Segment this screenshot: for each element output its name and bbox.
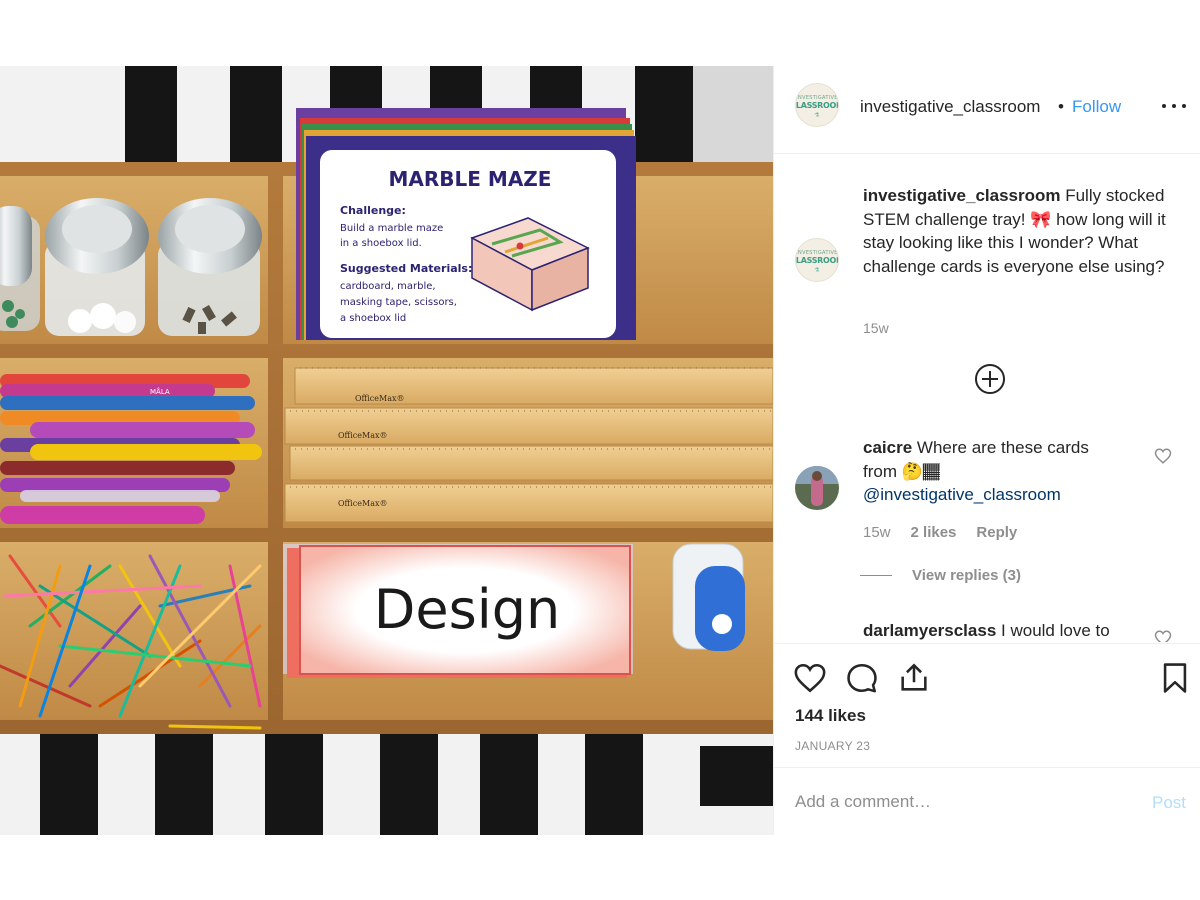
caption-username[interactable]: investigative_classroom bbox=[863, 186, 1060, 205]
design-card-label: Design bbox=[374, 578, 560, 641]
flask-icon: ⚗ bbox=[814, 113, 820, 119]
avatar-logo-top: INVESTIGATIVE bbox=[796, 95, 838, 101]
author-username[interactable]: investigative_classroom bbox=[860, 97, 1040, 117]
like-button[interactable] bbox=[793, 661, 827, 695]
share-button[interactable] bbox=[897, 661, 931, 695]
comments-list[interactable]: INVESTIGATIVE CLASSROOM ⚗ investigative_… bbox=[774, 155, 1200, 642]
comment-text: caicre Where are these cards from 🤔🏾 @in… bbox=[863, 436, 1123, 507]
follow-button[interactable]: Follow bbox=[1072, 97, 1121, 117]
replies-divider bbox=[860, 575, 892, 576]
add-comment-input[interactable] bbox=[795, 789, 1135, 815]
pen-brand-label: MÅLA bbox=[150, 387, 170, 396]
maze-card-materials-line-3: a shoebox lid bbox=[340, 313, 406, 324]
comment-like-button-2[interactable] bbox=[1154, 629, 1172, 642]
save-button[interactable] bbox=[1158, 661, 1192, 695]
more-options-button[interactable] bbox=[1162, 96, 1186, 116]
header-separator: • bbox=[1058, 97, 1064, 116]
heart-icon bbox=[1154, 448, 1172, 464]
comment-username-2[interactable]: darlamyersclass bbox=[863, 621, 996, 640]
maze-card-title: MARBLE MAZE bbox=[389, 167, 552, 191]
comment-icon bbox=[847, 663, 877, 693]
view-replies-button[interactable]: View replies (3) bbox=[860, 567, 1021, 584]
mention-link[interactable]: @investigative_classroom bbox=[863, 485, 1061, 504]
comment-like-button[interactable] bbox=[1154, 447, 1172, 465]
reply-button[interactable]: Reply bbox=[976, 524, 1017, 541]
commenter-avatar[interactable] bbox=[795, 466, 839, 510]
avatar-logo-word: CLASSROOM bbox=[795, 255, 838, 265]
maze-card-materials-line-1: cardboard, marble, bbox=[340, 281, 436, 292]
flask-icon: ⚗ bbox=[814, 268, 820, 274]
more-horizontal-icon bbox=[1162, 104, 1166, 108]
ruler-brand-3: OfficeMax® bbox=[338, 499, 388, 508]
comment-body-2: I would love to bbox=[1001, 621, 1110, 640]
heart-icon bbox=[794, 663, 826, 693]
add-comment-section: Post bbox=[774, 767, 1200, 835]
avatar-logo-top: INVESTIGATIVE bbox=[796, 250, 838, 256]
thinking-emoji: 🤔🏾 bbox=[901, 461, 940, 481]
likes-count[interactable]: 144 likes bbox=[795, 706, 866, 726]
post-date[interactable]: JANUARY 23 bbox=[795, 739, 870, 753]
caption-avatar[interactable]: INVESTIGATIVE CLASSROOM ⚗ bbox=[795, 238, 839, 282]
maze-card-challenge-line-1: Build a marble maze bbox=[340, 223, 443, 234]
ruler-brand-1: OfficeMax® bbox=[355, 394, 405, 403]
maze-card-challenge-line-2: in a shoebox lid. bbox=[340, 238, 422, 249]
load-more-comments-button[interactable] bbox=[974, 363, 1006, 395]
caption-timestamp[interactable]: 15w bbox=[863, 320, 889, 336]
maze-card-materials-line-2: masking tape, scissors, bbox=[340, 297, 457, 308]
maze-card-challenge-heading: Challenge: bbox=[340, 204, 406, 217]
bookmark-icon bbox=[1163, 663, 1187, 693]
caption: investigative_classroom Fully stocked ST… bbox=[863, 184, 1181, 278]
plus-circle-icon bbox=[975, 364, 1005, 394]
comment-text-2: darlamyersclass I would love to bbox=[863, 619, 1133, 642]
comment-meta: 15w 2 likes Reply bbox=[863, 524, 1017, 541]
view-replies-label: View replies (3) bbox=[912, 567, 1021, 584]
comment-timestamp[interactable]: 15w bbox=[863, 524, 891, 541]
post-actions: 144 likes JANUARY 23 bbox=[774, 643, 1200, 767]
comment-likes[interactable]: 2 likes bbox=[911, 524, 957, 541]
avatar-logo-word: CLASSROOM bbox=[795, 100, 838, 110]
post-sidebar: INVESTIGATIVE CLASSROOM ⚗ investigative_… bbox=[773, 66, 1200, 835]
ruler-brand-2: OfficeMax® bbox=[338, 431, 388, 440]
maze-card-materials-heading: Suggested Materials: bbox=[340, 262, 472, 275]
comment-button[interactable] bbox=[845, 661, 879, 695]
post-comment-button[interactable]: Post bbox=[1152, 793, 1186, 813]
ribbon-emoji: 🎀 bbox=[1030, 209, 1052, 229]
comment-username[interactable]: caicre bbox=[863, 438, 912, 457]
heart-icon bbox=[1154, 630, 1172, 642]
share-icon bbox=[901, 663, 927, 691]
post-header: INVESTIGATIVE CLASSROOM ⚗ investigative_… bbox=[774, 66, 1200, 154]
author-avatar[interactable]: INVESTIGATIVE CLASSROOM ⚗ bbox=[795, 83, 839, 127]
photo-illustration: MARBLE MAZE Challenge: Build a marble ma… bbox=[0, 66, 773, 835]
post-photo[interactable]: MARBLE MAZE Challenge: Build a marble ma… bbox=[0, 66, 773, 835]
